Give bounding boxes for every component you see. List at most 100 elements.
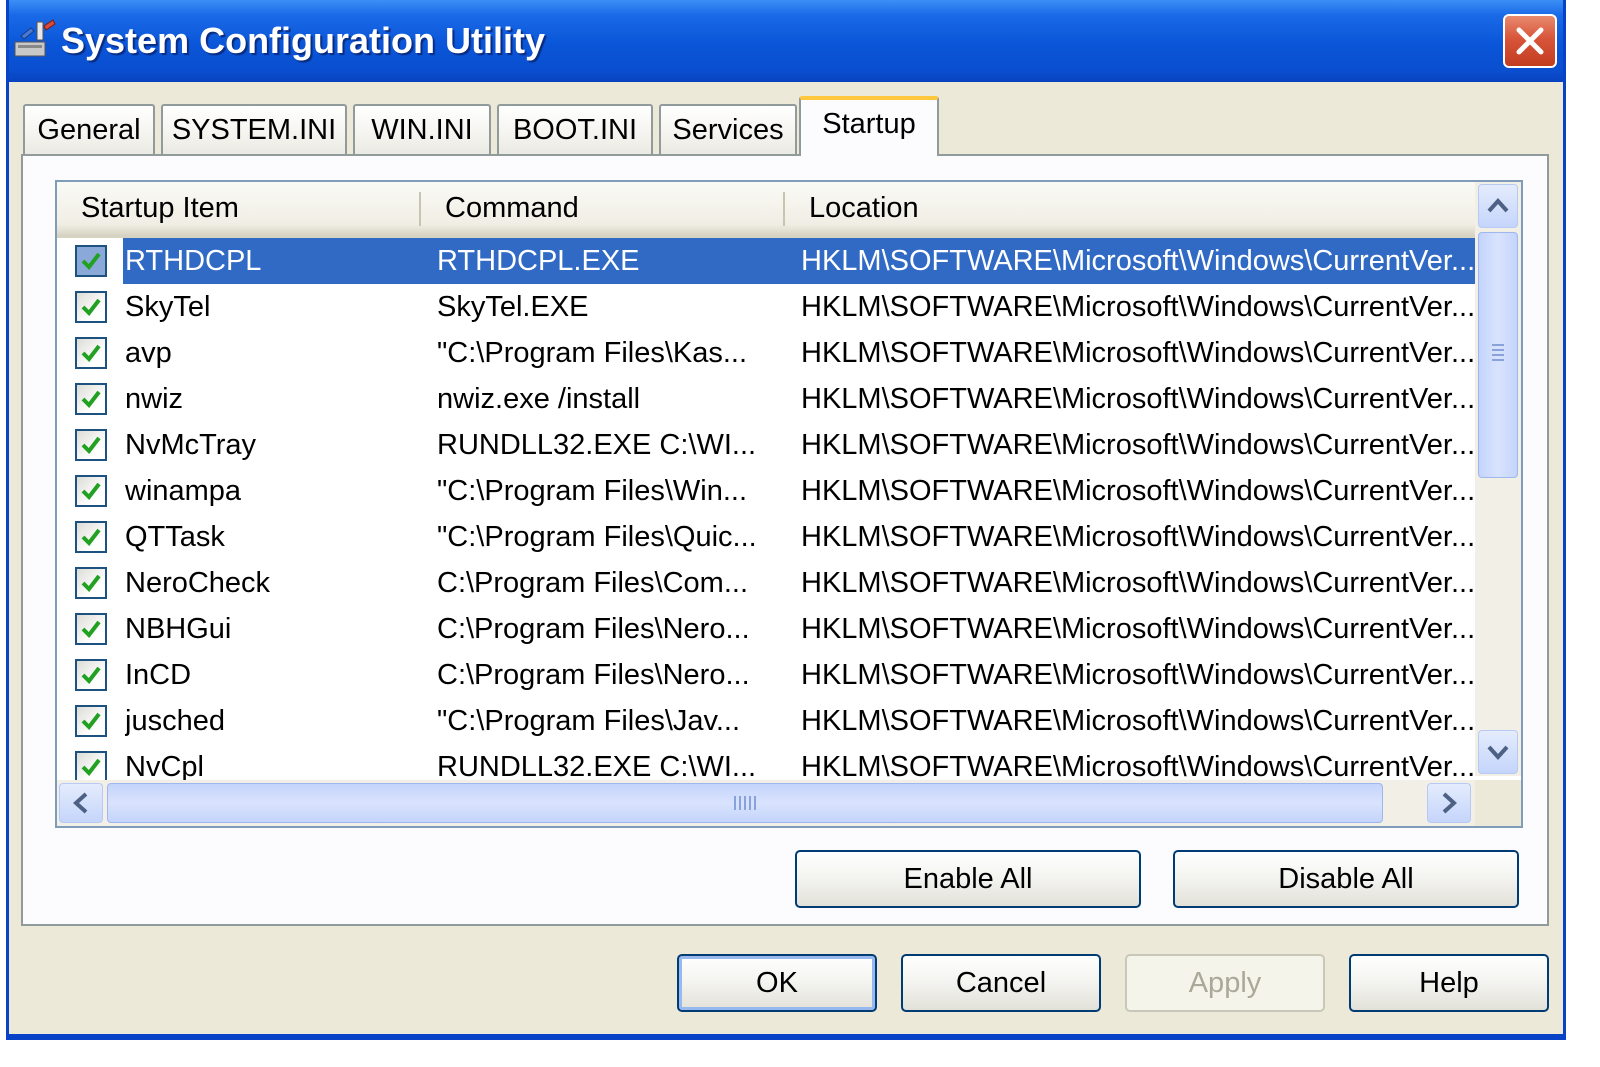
- grip-icon: [734, 796, 756, 810]
- startup-item-location: HKLM\SOFTWARE\Microsoft\Windows\CurrentV…: [801, 475, 1473, 507]
- startup-item-command: C:\Program Files\Nero...: [437, 613, 750, 645]
- list-row[interactable]: winampa "C:\Program Files\Win... HKLM\SO…: [57, 468, 1475, 514]
- checkmark-icon: [81, 344, 101, 363]
- startup-item-location: HKLM\SOFTWARE\Microsoft\Windows\CurrentV…: [801, 383, 1473, 415]
- msconfig-window: System Configuration Utility General SYS…: [6, 0, 1566, 1040]
- window-title: System Configuration Utility: [61, 20, 546, 61]
- startup-panel: Startup Item Command Location RTHDCPL RT…: [21, 154, 1549, 926]
- scroll-up-icon: [1487, 198, 1509, 213]
- checkmark-icon: [81, 620, 101, 639]
- tab-general[interactable]: General: [23, 104, 155, 156]
- startup-item-location: HKLM\SOFTWARE\Microsoft\Windows\CurrentV…: [801, 567, 1473, 599]
- tab-system-ini[interactable]: SYSTEM.INI: [161, 104, 347, 156]
- startup-item-name: NBHGui: [125, 613, 232, 645]
- startup-item-name: SkyTel: [125, 291, 211, 323]
- list-row[interactable]: nwiz nwiz.exe /install HKLM\SOFTWARE\Mic…: [57, 376, 1475, 422]
- column-header-location[interactable]: Location: [809, 182, 919, 235]
- startup-item-checkbox[interactable]: [75, 245, 107, 277]
- startup-item-checkbox[interactable]: [75, 613, 107, 645]
- column-divider[interactable]: [419, 192, 421, 226]
- title-bar[interactable]: System Configuration Utility: [9, 0, 1563, 82]
- scroll-up-button[interactable]: [1478, 184, 1518, 228]
- startup-item-name: avp: [125, 337, 172, 369]
- scroll-left-button[interactable]: [59, 783, 103, 823]
- startup-item-location: HKLM\SOFTWARE\Microsoft\Windows\CurrentV…: [801, 291, 1473, 323]
- list-row[interactable]: jusched "C:\Program Files\Jav... HKLM\SO…: [57, 698, 1475, 744]
- ok-button[interactable]: OK: [677, 954, 877, 1012]
- startup-item-location: HKLM\SOFTWARE\Microsoft\Windows\CurrentV…: [801, 245, 1473, 277]
- startup-item-checkbox[interactable]: [75, 521, 107, 553]
- startup-item-name: NvMcTray: [125, 429, 257, 461]
- msconfig-app-icon: [13, 18, 57, 62]
- help-button[interactable]: Help: [1349, 954, 1549, 1012]
- startup-item-command: "C:\Program Files\Win...: [437, 475, 748, 507]
- checkmark-icon: [81, 528, 101, 547]
- startup-item-location: HKLM\SOFTWARE\Microsoft\Windows\CurrentV…: [801, 521, 1473, 553]
- list-row[interactable]: NeroCheck C:\Program Files\Com... HKLM\S…: [57, 560, 1475, 606]
- checkmark-icon: [81, 574, 101, 593]
- list-header: Startup Item Command Location: [57, 182, 1475, 238]
- startup-item-name: QTTask: [125, 521, 225, 553]
- startup-item-name: winampa: [125, 475, 242, 507]
- checkmark-icon: [81, 666, 101, 685]
- startup-item-name: RTHDCPL: [125, 245, 262, 277]
- checkmark-icon: [81, 758, 101, 777]
- scroll-right-button[interactable]: [1427, 783, 1471, 823]
- startup-item-checkbox[interactable]: [75, 751, 107, 783]
- list-row[interactable]: SkyTel SkyTel.EXE HKLM\SOFTWARE\Microsof…: [57, 284, 1475, 330]
- column-header-startup-item[interactable]: Startup Item: [81, 182, 239, 235]
- list-row[interactable]: NvMcTray RUNDLL32.EXE C:\WI... HKLM\SOFT…: [57, 422, 1475, 468]
- grip-icon: [1492, 344, 1504, 361]
- list-row[interactable]: avp "C:\Program Files\Kas... HKLM\SOFTWA…: [57, 330, 1475, 376]
- scroll-right-icon: [1442, 792, 1457, 814]
- startup-item-command: "C:\Program Files\Quic...: [437, 521, 757, 553]
- disable-all-button[interactable]: Disable All: [1173, 850, 1519, 908]
- startup-item-location: HKLM\SOFTWARE\Microsoft\Windows\CurrentV…: [801, 705, 1473, 737]
- list-row[interactable]: NBHGui C:\Program Files\Nero... HKLM\SOF…: [57, 606, 1475, 652]
- startup-item-checkbox[interactable]: [75, 705, 107, 737]
- tab-boot-ini[interactable]: BOOT.INI: [497, 104, 653, 156]
- list-row[interactable]: InCD C:\Program Files\Nero... HKLM\SOFTW…: [57, 652, 1475, 698]
- startup-item-name: NeroCheck: [125, 567, 271, 599]
- scroll-down-button[interactable]: [1478, 730, 1518, 774]
- close-button[interactable]: [1503, 14, 1557, 68]
- checkmark-icon: [81, 298, 101, 317]
- checkmark-icon: [81, 390, 101, 409]
- tab-services[interactable]: Services: [659, 104, 797, 156]
- startup-item-name: InCD: [125, 659, 192, 691]
- startup-item-location: HKLM\SOFTWARE\Microsoft\Windows\CurrentV…: [801, 429, 1473, 461]
- scrollbar-corner: [1475, 780, 1521, 826]
- startup-item-name: nwiz: [125, 383, 184, 415]
- horizontal-scrollbar[interactable]: [57, 780, 1475, 826]
- startup-item-checkbox[interactable]: [75, 291, 107, 323]
- startup-item-checkbox[interactable]: [75, 475, 107, 507]
- tab-win-ini[interactable]: WIN.INI: [353, 104, 491, 156]
- cancel-button[interactable]: Cancel: [901, 954, 1101, 1012]
- checkmark-icon: [81, 482, 101, 501]
- column-header-command[interactable]: Command: [445, 182, 579, 235]
- enable-all-button[interactable]: Enable All: [795, 850, 1141, 908]
- scroll-down-icon: [1487, 745, 1509, 760]
- startup-item-command: nwiz.exe /install: [437, 383, 641, 415]
- tab-startup[interactable]: Startup: [799, 96, 939, 156]
- startup-item-checkbox[interactable]: [75, 337, 107, 369]
- startup-item-checkbox[interactable]: [75, 429, 107, 461]
- scroll-left-icon: [73, 792, 88, 814]
- vertical-scroll-thumb[interactable]: [1478, 232, 1518, 478]
- column-divider[interactable]: [783, 192, 785, 226]
- startup-item-location: HKLM\SOFTWARE\Microsoft\Windows\CurrentV…: [801, 659, 1473, 691]
- checkmark-icon: [81, 436, 101, 455]
- startup-list[interactable]: Startup Item Command Location RTHDCPL RT…: [55, 180, 1523, 828]
- startup-item-checkbox[interactable]: [75, 383, 107, 415]
- close-icon: [1516, 27, 1544, 55]
- list-row[interactable]: RTHDCPL RTHDCPL.EXE HKLM\SOFTWARE\Micros…: [57, 238, 1475, 284]
- startup-item-command: "C:\Program Files\Jav...: [437, 705, 741, 737]
- vertical-scrollbar[interactable]: [1475, 182, 1521, 776]
- startup-item-command: "C:\Program Files\Kas...: [437, 337, 748, 369]
- startup-item-checkbox[interactable]: [75, 567, 107, 599]
- startup-item-checkbox[interactable]: [75, 659, 107, 691]
- list-row[interactable]: QTTask "C:\Program Files\Quic... HKLM\SO…: [57, 514, 1475, 560]
- startup-item-command: RTHDCPL.EXE: [437, 245, 640, 277]
- horizontal-scroll-thumb[interactable]: [107, 783, 1383, 823]
- apply-button[interactable]: Apply: [1125, 954, 1325, 1012]
